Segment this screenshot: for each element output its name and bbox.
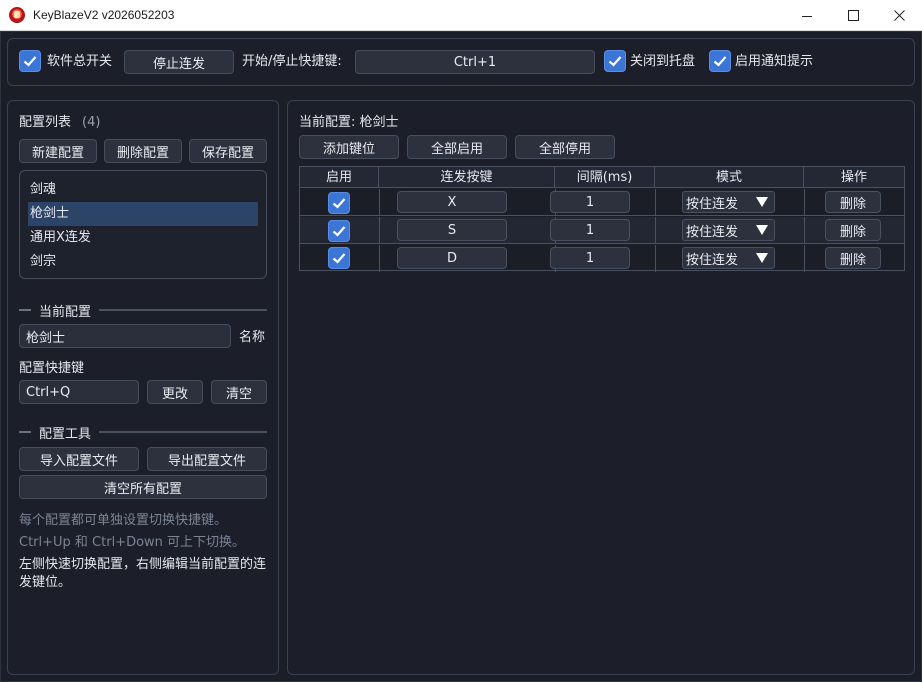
hint-text: Ctrl+Up 和 Ctrl+Down 可上下切换。 [19,535,246,550]
global-hotkey-field[interactable]: Ctrl+1 [355,50,595,74]
config-hotkey-input[interactable]: Ctrl+Q [19,380,139,404]
column-header-action: 操作 [840,170,867,185]
config-item[interactable]: 剑宗 [28,250,258,274]
app-icon [9,7,25,23]
minimize-button[interactable] [784,0,830,31]
row-key-button[interactable]: D [397,247,507,269]
column-separator [804,217,805,244]
dropdown-arrow-icon [756,197,768,207]
minimize-icon [802,15,812,17]
config-name-label: 名称 [239,330,266,345]
title-bar: KeyBlazeV2 v2026052203 [0,0,922,31]
disable-all-button[interactable]: 全部停用 [515,135,615,159]
close-to-tray-label: 关闭到托盘 [630,54,696,69]
row-delete-button[interactable]: 删除 [825,219,881,241]
maximize-icon [847,10,859,21]
row-key-button[interactable]: X [397,191,507,213]
row-mode-select[interactable]: 按住连发 [682,191,775,213]
table-row: X 1 按住连发 删除 [300,189,904,216]
section-divider [19,309,31,311]
hotkey-label: 开始/停止快捷键: [242,54,342,69]
table-row: D 1 按住连发 删除 [300,245,904,272]
delete-config-button[interactable]: 删除配置 [104,139,182,163]
import-config-button[interactable]: 导入配置文件 [19,447,139,471]
column-header-mode: 模式 [655,167,804,188]
column-separator [655,189,656,216]
enable-notify-checkbox[interactable] [709,50,731,72]
row-delete-button[interactable]: 删除 [825,191,881,213]
master-switch-label: 软件总开关 [47,54,113,69]
row-mode-value: 按住连发 [686,224,739,240]
row-key-button[interactable]: S [397,219,507,241]
check-icon [332,253,346,264]
add-key-button[interactable]: 添加键位 [299,135,399,159]
usage-note: 左侧快速切换配置，右侧编辑当前配置的连发键位。 [19,557,267,590]
row-mode-select[interactable]: 按住连发 [682,219,775,241]
key-table: 启用 连发按键 间隔(ms) 模式 操作 X 1 按住连发 删除 S 1 按住连… [299,166,905,272]
check-icon [713,56,727,67]
row-interval-input[interactable]: 1 [550,191,630,213]
row-mode-value: 按住连发 [686,196,739,212]
check-icon [332,198,346,209]
close-button[interactable] [876,0,922,31]
enable-notify-label: 启用通知提示 [735,54,814,69]
table-header: 启用 连发按键 间隔(ms) 模式 操作 [300,167,904,188]
row-delete-button[interactable]: 删除 [825,247,881,269]
config-hotkey-title: 配置快捷键 [19,361,85,376]
column-separator [804,189,805,216]
check-icon [332,226,346,237]
row-mode-select[interactable]: 按住连发 [682,247,775,269]
row-interval-input[interactable]: 1 [550,247,630,269]
current-config-section: 当前配置 [19,302,267,320]
row-mode-value: 按住连发 [686,252,739,268]
hint-text: 每个配置都可单独设置切换快捷键。 [19,513,228,528]
column-separator [379,217,380,244]
new-config-button[interactable]: 新建配置 [19,139,97,163]
table-row: S 1 按住连发 删除 [300,217,904,244]
column-header-key: 连发按键 [379,167,555,188]
config-item[interactable]: 通用X连发 [28,226,258,250]
current-config-label: 当前配置: 枪剑士 [299,115,399,130]
config-list-title: 配置列表 [19,115,72,130]
config-item[interactable]: 剑魂 [28,178,258,202]
section-divider [99,431,267,433]
change-hotkey-button[interactable]: 更改 [147,380,203,404]
row-enabled-checkbox[interactable] [328,220,350,242]
check-icon [23,56,37,67]
export-config-button[interactable]: 导出配置文件 [147,447,267,471]
column-header-interval: 间隔(ms) [555,167,655,188]
row-enabled-checkbox[interactable] [328,247,350,269]
column-separator [655,217,656,244]
column-separator [804,245,805,272]
master-switch-checkbox[interactable] [19,50,41,72]
maximize-button[interactable] [830,0,876,31]
row-enabled-checkbox[interactable] [328,192,350,214]
check-icon [608,56,622,67]
dropdown-arrow-icon [756,253,768,263]
section-title: 当前配置 [39,304,92,320]
column-separator [379,245,380,272]
column-separator [379,189,380,216]
config-count: (4) [82,115,101,130]
window-title: KeyBlazeV2 v2026052203 [33,8,175,22]
close-icon [893,10,905,21]
close-to-tray-checkbox[interactable] [604,50,626,72]
row-interval-input[interactable]: 1 [550,219,630,241]
config-name-input[interactable]: 枪剑士 [19,324,231,348]
stop-repeat-button[interactable]: 停止连发 [124,50,234,74]
config-listbox: 剑魂 枪剑士 通用X连发 剑宗 [19,170,267,279]
config-item-selected[interactable]: 枪剑士 [28,202,258,226]
enable-all-button[interactable]: 全部启用 [407,135,507,159]
clear-hotkey-button[interactable]: 清空 [211,380,267,404]
section-title: 配置工具 [39,426,92,442]
dropdown-arrow-icon [756,225,768,235]
column-separator [655,245,656,272]
clear-all-configs-button[interactable]: 清空所有配置 [19,475,267,499]
window-controls [784,0,922,31]
section-divider [99,309,267,311]
column-header-enabled: 启用 [300,167,379,188]
save-config-button[interactable]: 保存配置 [189,139,267,163]
section-divider [19,431,31,433]
config-tools-section: 配置工具 [19,424,267,442]
